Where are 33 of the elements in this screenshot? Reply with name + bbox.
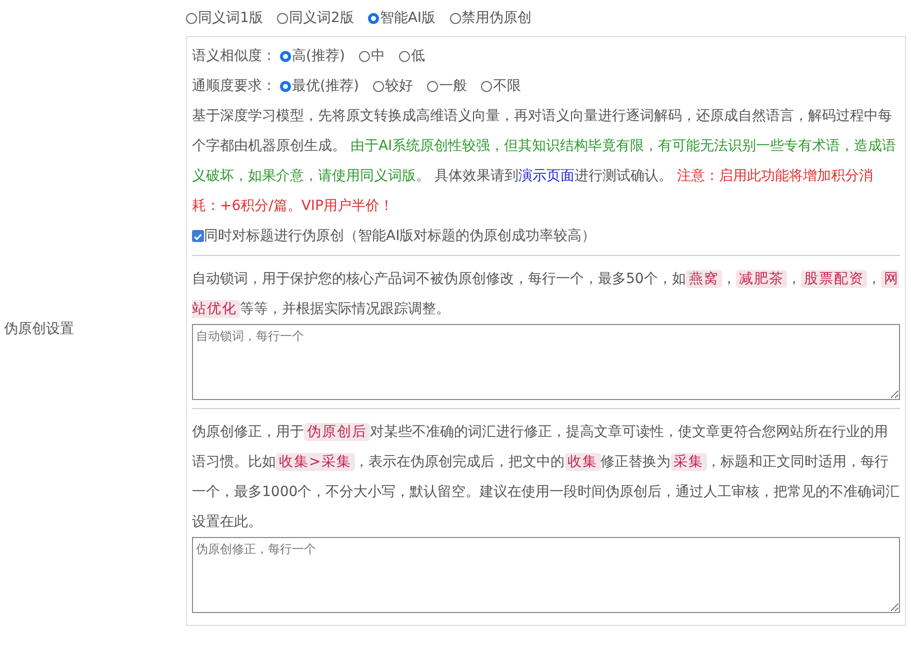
radio-icon[interactable] [398,50,410,62]
radio-icon[interactable] [358,50,370,62]
setting-label: 通顺度要求： [192,77,276,95]
option-radio[interactable]: 一般 [426,77,467,95]
radio-icon[interactable] [280,80,291,92]
radio-icon[interactable] [480,80,492,92]
radio-icon[interactable] [276,12,288,24]
mode-radio[interactable]: 禁用伪原创 [450,9,532,27]
radio-icon[interactable] [450,12,461,24]
section-label: 伪原创设置 [4,320,74,338]
option-radio[interactable]: 中 [358,47,385,65]
option-radio[interactable]: 较好 [372,77,413,95]
radio-icon[interactable] [368,12,379,24]
demo-page-link[interactable]: 演示页面 [518,168,574,184]
lock-words-help: 自动锁词，用于保护您的核心产品词不被伪原创修改，每行一个，最多50个，如 燕窝 ， 减肥茶 ， 股票配资 ， 网站优化 等等，并根据实际情况跟踪调整。 [192,269,900,320]
option-radio[interactable]: 不限 [480,77,521,95]
radio-icon[interactable] [186,12,197,24]
lock-words-field[interactable]: 自动锁词，每行一个 [192,324,900,400]
mode-radio[interactable]: 同义词2版 [276,9,354,27]
radio-icon[interactable] [372,80,384,92]
mode-radio[interactable]: 智能AI版 [368,9,436,27]
checkbox-icon[interactable] [192,230,204,242]
title-rewrite-checkbox[interactable]: 同时对标题进行伪原创（智能AI版对标题的伪原创成功率较高） [192,221,900,251]
option-radio[interactable]: 高(推荐) [280,47,345,65]
corrections-field[interactable]: 伪原创修正，每行一个 [192,537,900,613]
radio-icon[interactable] [426,80,438,92]
ai-description: 基于深度学习模型，先将原文转换成高维语义向量，再对语义向量进行逐词解码，还原成自然语言，解码过程中每个字都由机器原创生成。 由于AI系统原创性较强，但其知识结构毕竟有限，有可能无法识别一些专有术语，造成语义破坏，如果介意，请使用同义词版。 具体效果请到演示页面进行测试确认。 注意：启用此功能将增加积分消耗：+6积分/篇。VIP用户半价！ [192,107,898,216]
corrections-help: 伪原创修正，用于 伪原创后 对某些不准确的词汇进行修正，提高文章可读性，使文章更符合您网站所在行业的用语习惯。比如 收集>采集 ，表示在伪原创完成后，把文中的 收集 修正替换为 采集 ，标题和正文同时适用，每行一个，最多1000个，不分大小写，默认留空。建议在使用一段时间伪原创后，通过人工审核，把常见的不准确词汇设置在此。 [192,422,900,532]
option-radio[interactable]: 最优(推荐) [280,77,359,95]
radio-icon[interactable] [280,50,291,62]
mode-radio[interactable]: 同义词1版 [186,9,263,27]
option-radio[interactable]: 低 [398,47,425,65]
setting-label: 语义相似度： [192,47,276,65]
